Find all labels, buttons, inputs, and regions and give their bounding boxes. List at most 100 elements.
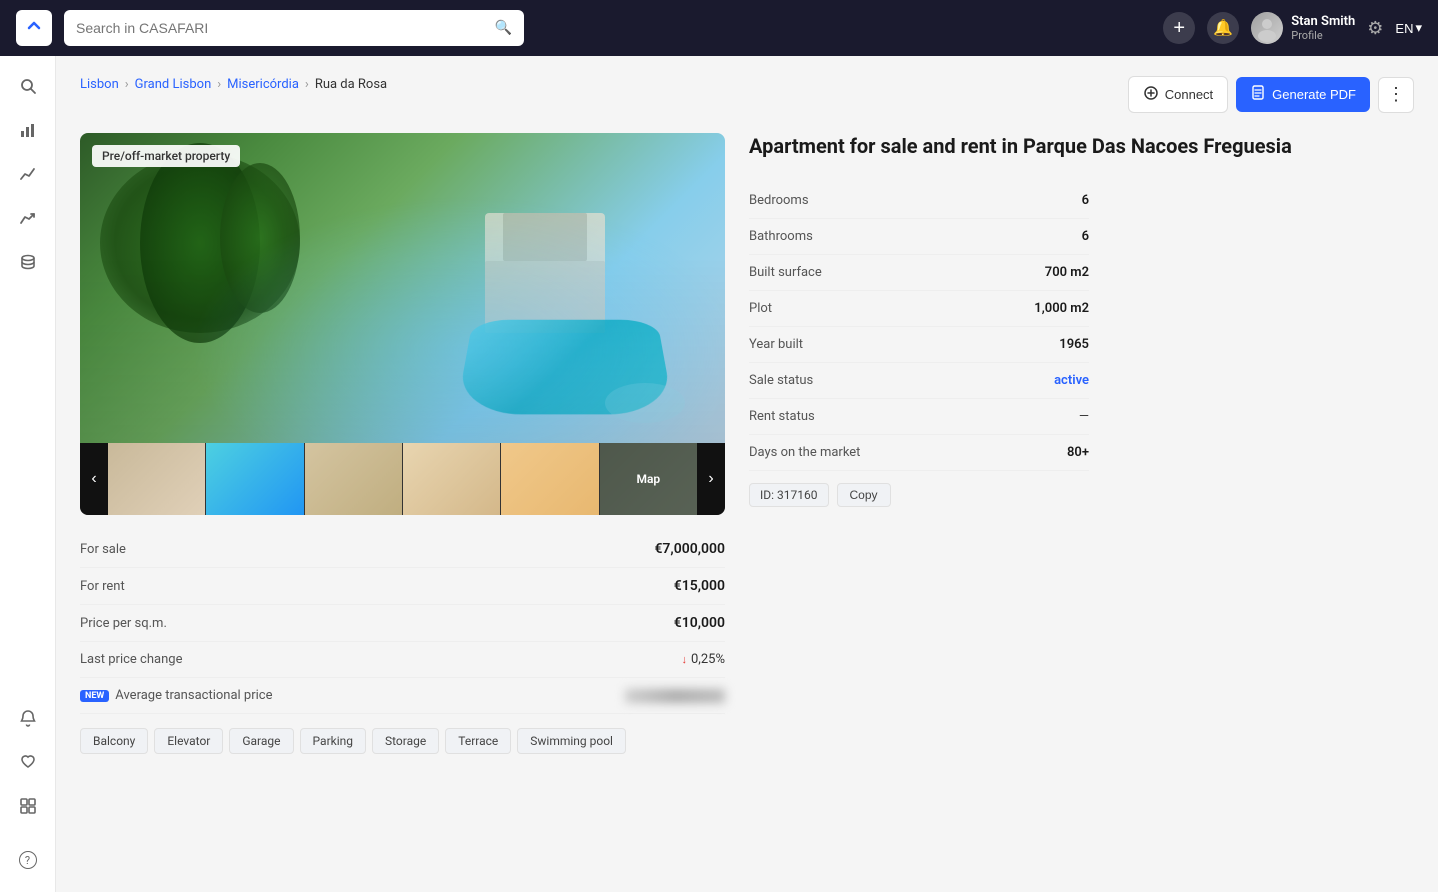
for-rent-value: €15,000 [674,578,725,594]
chevron-down-icon: ▾ [1415,20,1422,36]
logo[interactable] [16,10,52,46]
price-per-sqm-row: Price per sq.m. €10,000 [80,605,725,642]
copy-id-button[interactable]: Copy [837,483,891,507]
chart-line-icon [19,165,37,188]
pdf-icon [1250,85,1266,104]
bathrooms-row: Bathrooms 6 [749,219,1089,255]
thumbnail-5[interactable] [501,443,599,515]
bedrooms-row: Bedrooms 6 [749,183,1089,219]
user-profile[interactable]: Stan Smith Profile [1251,12,1355,44]
breadcrumb-sep-3: › [305,77,309,92]
main-property-image[interactable]: Pre/off-market property [80,133,725,443]
breadcrumb-misericordia[interactable]: Misericórdia [227,77,299,92]
tag-garage: Garage [229,728,293,754]
chart-bar-icon [19,121,37,144]
sidebar: ? [0,56,56,892]
property-title: Apartment for sale and rent in Parque Da… [749,133,1292,159]
plot-value: 1,000 m2 [1034,301,1089,316]
thumbnail-4[interactable] [403,443,501,515]
sidebar-item-help[interactable]: ? [8,840,48,880]
sidebar-bottom: ? [8,700,48,880]
for-sale-row: For sale €7,000,000 [80,531,725,568]
search-icon [19,77,37,100]
map-label[interactable]: Map [600,443,697,515]
built-surface-row: Built surface 700 m2 [749,255,1089,291]
thumbnail-3[interactable] [305,443,403,515]
search-bar[interactable]: 🔍 [64,10,524,46]
content-area: Lisbon › Grand Lisbon › Misericórdia › R… [56,56,1438,892]
last-price-change-label: Last price change [80,652,182,667]
notifications-button[interactable]: 🔔 [1207,12,1239,44]
avg-price-blurred [625,689,725,703]
breadcrumb-lisbon[interactable]: Lisbon [80,77,119,92]
tag-balcony: Balcony [80,728,148,754]
new-badge: NEW [80,690,109,702]
user-profile-label: Profile [1291,29,1355,42]
settings-button[interactable]: ⚙ [1367,18,1383,39]
tag-parking: Parking [300,728,366,754]
thumbnail-prev-button[interactable]: ‹ [80,443,108,515]
sidebar-item-chart-bar[interactable] [8,112,48,152]
avatar [1251,12,1283,44]
avg-transactional-price-row: NEW Average transactional price [80,678,725,714]
thumbnail-2[interactable] [206,443,304,515]
thumbnail-next-button[interactable]: › [697,443,725,515]
rent-status-row: Rent status — [749,399,1089,435]
price-down-icon: ↓ [682,653,688,666]
sale-status-row: Sale status active [749,363,1089,399]
bedrooms-value: 6 [1082,193,1089,208]
price-details: For sale €7,000,000 For rent €15,000 Pri… [80,531,725,754]
sidebar-item-trends[interactable] [8,200,48,240]
sidebar-item-database[interactable] [8,244,48,284]
bathrooms-value: 6 [1082,229,1089,244]
sidebar-item-favorites[interactable] [8,744,48,784]
connect-button[interactable]: Connect [1128,76,1228,113]
more-options-button[interactable]: ⋮ [1378,77,1414,113]
property-content: Pre/off-market property ‹ [80,133,1414,754]
year-built-label: Year built [749,337,803,352]
property-id-badge: ID: 317160 [749,483,829,507]
property-tags: Balcony Elevator Garage Parking Storage … [80,728,725,754]
days-on-market-label: Days on the market [749,445,860,460]
search-input[interactable] [76,20,495,36]
connect-icon [1143,85,1159,104]
built-surface-value: 700 m2 [1045,265,1089,280]
for-rent-label: For rent [80,579,125,594]
bell-icon: 🔔 [1213,18,1233,38]
thumbnail-list: Map [108,443,697,515]
main-layout: ? Lisbon › Grand Lisbon › Misericórdia ›… [0,56,1438,892]
specs-panel: Bedrooms 6 Bathrooms 6 Built surface 700… [749,179,1089,507]
plot-label: Plot [749,301,772,316]
sidebar-item-alerts[interactable] [8,700,48,740]
sidebar-item-market[interactable] [8,156,48,196]
thumbnail-1[interactable] [108,443,206,515]
breadcrumb-sep-2: › [217,77,221,92]
right-column: Apartment for sale and rent in Parque Da… [749,133,1414,754]
tag-terrace: Terrace [445,728,511,754]
nav-actions: + 🔔 Stan Smith Profile ⚙ EN ▾ [1163,12,1422,44]
puzzle-icon [19,797,37,820]
days-on-market-row: Days on the market 80+ [749,435,1089,471]
action-buttons: Connect Generate PDF ⋮ [1128,76,1414,113]
sidebar-item-search[interactable] [8,68,48,108]
breadcrumb-grand-lisbon[interactable]: Grand Lisbon [135,77,212,92]
heart-icon [19,753,37,776]
thumbnail-map[interactable]: Map [600,443,697,515]
sidebar-item-integrations[interactable] [8,788,48,828]
built-surface-label: Built surface [749,265,822,280]
language-selector[interactable]: EN ▾ [1395,20,1422,36]
avg-price-label: NEW Average transactional price [80,688,272,703]
plot-row: Plot 1,000 m2 [749,291,1089,327]
tag-swimming-pool: Swimming pool [517,728,626,754]
bell-icon [19,709,37,732]
for-sale-label: For sale [80,542,126,557]
for-sale-value: €7,000,000 [654,541,725,557]
image-overlay [80,133,725,443]
database-icon [19,253,37,276]
generate-pdf-button[interactable]: Generate PDF [1236,77,1370,112]
thumbnail-strip: ‹ [80,443,725,515]
top-navigation: 🔍 + 🔔 Stan Smith Profile ⚙ EN [0,0,1438,56]
add-button[interactable]: + [1163,12,1195,44]
title-specs-section: Apartment for sale and rent in Parque Da… [749,133,1292,754]
search-icon: 🔍 [495,20,512,36]
